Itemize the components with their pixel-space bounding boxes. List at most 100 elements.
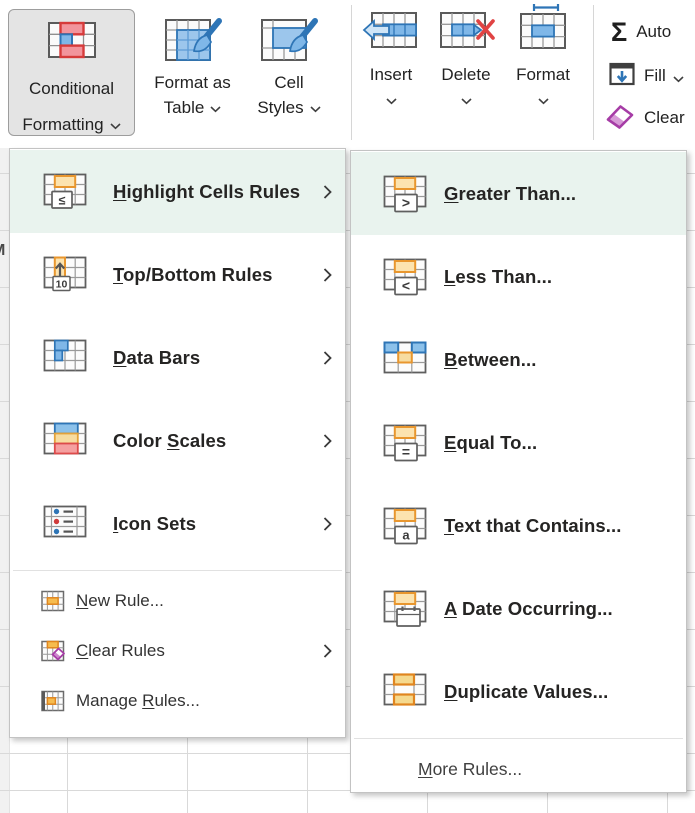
- highlight-cells-rules-submenu: > Greater Than... < Less Than... Between... =…: [350, 150, 687, 793]
- duplicate-values-icon: [383, 672, 429, 712]
- top-bottom-rules-icon: 10: [43, 255, 89, 295]
- format-button[interactable]: Format: [508, 2, 578, 110]
- chevron-down-icon: [386, 92, 397, 110]
- menu-item-a-date-occurring[interactable]: A Date Occurring...: [351, 567, 686, 650]
- insert-label: Insert: [370, 65, 413, 85]
- menu-item-label: Top/Bottom Rules: [113, 264, 273, 286]
- insert-cells-icon: [362, 8, 420, 59]
- text-contains-icon: a: [383, 506, 429, 546]
- clear-label: Clear: [644, 108, 685, 128]
- menu-item-label: Manage Rules...: [76, 691, 200, 711]
- conditional-formatting-label-line1: Conditional: [29, 76, 114, 101]
- menu-item-label: Between...: [444, 349, 537, 371]
- chevron-down-icon: [210, 95, 221, 120]
- menu-item-label: Less Than...: [444, 266, 552, 288]
- clear-eraser-icon: [605, 102, 635, 135]
- sheet-cell-text-fragment: M: [0, 242, 5, 260]
- menu-item-duplicate-values[interactable]: Duplicate Values...: [351, 650, 686, 733]
- conditional-formatting-label-line2: Formatting: [22, 112, 103, 137]
- menu-item-label: Icon Sets: [113, 513, 196, 535]
- delete-button[interactable]: Delete: [432, 8, 500, 110]
- menu-item-label: Greater Than...: [444, 183, 576, 205]
- menu-item-label: A Date Occurring...: [444, 598, 613, 620]
- autosum-label: Auto: [636, 22, 671, 42]
- manage-rules-icon: [41, 690, 65, 712]
- menu-item-between[interactable]: Between...: [351, 318, 686, 401]
- format-as-table-button[interactable]: Format as Table: [139, 6, 246, 142]
- menu-item-label: Highlight Cells Rules: [113, 181, 300, 203]
- fill-button[interactable]: Fill: [609, 62, 684, 90]
- equal-to-icon: =: [383, 423, 429, 463]
- color-scales-icon: [43, 421, 89, 461]
- format-as-table-icon: [164, 16, 222, 70]
- menu-separator: [354, 738, 683, 739]
- menu-item-greater-than[interactable]: > Greater Than...: [351, 152, 686, 235]
- chevron-down-icon: [673, 68, 684, 88]
- format-as-table-label-line2: Table: [164, 95, 205, 120]
- menu-item-new-rule[interactable]: New Rule...: [10, 576, 345, 626]
- menu-item-label: Data Bars: [113, 347, 200, 369]
- less-than-icon: <: [383, 257, 429, 297]
- menu-item-top-bottom-rules[interactable]: 10 Top/Bottom Rules: [10, 233, 345, 316]
- svg-text:>: >: [402, 194, 410, 210]
- delete-cells-icon: [437, 8, 495, 59]
- clear-button[interactable]: Clear: [605, 102, 685, 134]
- menu-item-less-than[interactable]: < Less Than...: [351, 235, 686, 318]
- data-bars-icon: [43, 338, 89, 378]
- format-as-table-label-line1: Format as: [154, 70, 231, 95]
- greater-than-icon: >: [383, 174, 429, 214]
- clear-rules-icon: [41, 640, 65, 662]
- menu-item-color-scales[interactable]: Color Scales: [10, 399, 345, 482]
- ribbon-group-divider: [351, 5, 352, 140]
- menu-item-label: Duplicate Values...: [444, 681, 608, 703]
- menu-item-clear-rules[interactable]: Clear Rules: [10, 626, 345, 676]
- cell-styles-icon: [260, 16, 318, 70]
- svg-text:a: a: [402, 527, 410, 542]
- fill-label: Fill: [644, 66, 666, 86]
- chevron-down-icon: [310, 95, 321, 120]
- autosum-button[interactable]: Σ Auto: [611, 16, 671, 48]
- menu-item-equal-to[interactable]: = Equal To...: [351, 401, 686, 484]
- format-cells-icon: [514, 2, 572, 59]
- highlight-cells-rules-icon: ≤: [43, 172, 89, 212]
- date-occurring-icon: [383, 589, 429, 629]
- menu-item-manage-rules[interactable]: Manage Rules...: [10, 676, 345, 726]
- ribbon-group-divider: [593, 5, 594, 140]
- menu-item-label: Equal To...: [444, 432, 537, 454]
- chevron-right-icon: [323, 184, 332, 200]
- menu-item-label: More Rules...: [418, 759, 522, 780]
- chevron-down-icon: [461, 92, 472, 110]
- menu-item-data-bars[interactable]: Data Bars: [10, 316, 345, 399]
- menu-item-text-that-contains[interactable]: a Text that Contains...: [351, 484, 686, 567]
- chevron-right-icon: [323, 516, 332, 532]
- menu-item-icon-sets[interactable]: Icon Sets: [10, 482, 345, 565]
- chevron-down-icon: [110, 112, 121, 137]
- conditional-formatting-menu: ≤ Highlight Cells Rules 10 Top/Bottom Rules…: [9, 148, 346, 738]
- conditional-formatting-button[interactable]: Conditional Formatting: [8, 9, 135, 136]
- menu-item-label: Text that Contains...: [444, 515, 622, 537]
- chevron-down-icon: [538, 92, 549, 110]
- svg-text:10: 10: [56, 278, 68, 290]
- menu-item-label: Color Scales: [113, 430, 226, 452]
- cell-styles-label-line1: Cell: [274, 70, 303, 95]
- svg-text:≤: ≤: [59, 193, 66, 207]
- menu-item-highlight-cells-rules[interactable]: ≤ Highlight Cells Rules: [10, 150, 345, 233]
- sigma-icon: Σ: [611, 19, 627, 46]
- menu-item-more-rules[interactable]: More Rules...: [351, 744, 686, 794]
- between-icon: [383, 340, 429, 380]
- fill-down-icon: [609, 61, 635, 92]
- excel-ribbon: Conditional Formatting Format as Table C…: [0, 0, 695, 148]
- icon-sets-icon: [43, 504, 89, 544]
- menu-item-label: New Rule...: [76, 591, 164, 611]
- new-rule-icon: [41, 590, 65, 612]
- format-label: Format: [516, 65, 570, 85]
- chevron-right-icon: [323, 267, 332, 283]
- menu-separator: [13, 570, 342, 571]
- chevron-right-icon: [323, 433, 332, 449]
- svg-text:<: <: [402, 277, 410, 293]
- insert-button[interactable]: Insert: [358, 8, 424, 110]
- chevron-right-icon: [323, 350, 332, 366]
- conditional-formatting-icon: [47, 20, 97, 65]
- cell-styles-button[interactable]: Cell Styles: [246, 6, 332, 142]
- chevron-right-icon: [323, 643, 332, 659]
